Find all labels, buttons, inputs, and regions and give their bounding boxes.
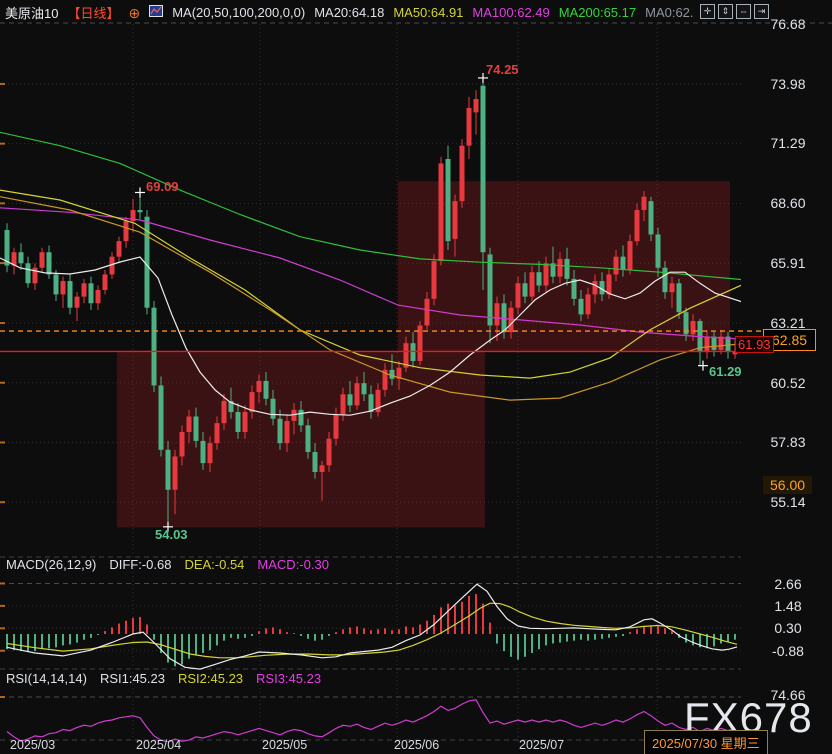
annotation-recent-low: 61.29	[709, 364, 742, 379]
macd-value: MACD:-0.30	[257, 557, 329, 572]
ma100-value: MA100:62.49	[472, 5, 549, 20]
ma50-value: MA50:64.91	[393, 5, 463, 20]
vertical-scale-icon[interactable]: ⇕	[718, 4, 733, 19]
ma-settings-label: MA(20,50,100,200,0,0)	[172, 5, 305, 20]
rsi2-value: RSI2:45.23	[178, 671, 243, 686]
price-axis-tick: 73.98	[760, 76, 816, 92]
macd-name: MACD(26,12,9)	[6, 557, 96, 572]
macd-axis-tick: 1.48	[760, 598, 816, 614]
candlestick-chart-canvas[interactable]	[0, 0, 832, 754]
horizontal-scale-icon[interactable]: ⇔	[736, 4, 751, 19]
annotation-swing-low: 54.03	[155, 527, 188, 542]
rsi3-value: RSI3:45.23	[256, 671, 321, 686]
macd-axis-tick: 0.30	[760, 620, 816, 636]
macd-indicator-row: MACD(26,12,9) DIFF:-0.68 DEA:-0.54 MACD:…	[6, 557, 329, 572]
price-axis-tick: 57.83	[760, 434, 816, 450]
trading-chart-app: 美原油10 【日线】 ⊕ MA(20,50,100,200,0,0) MA20:…	[0, 0, 832, 754]
current-price-tag: 61.93	[735, 336, 774, 353]
alert-price-tag-lower[interactable]: 56.00	[763, 476, 812, 494]
ma200-value: MA200:65.17	[559, 5, 636, 20]
current-date-badge: 2025/07/30 星期三	[644, 730, 768, 754]
price-axis-tick: 60.52	[760, 375, 816, 391]
price-axis-tick: 76.68	[760, 16, 816, 32]
macd-axis-tick: -0.88	[760, 643, 816, 659]
ma20-value: MA20:64.18	[314, 5, 384, 20]
date-axis-tick: 2025/03	[10, 738, 55, 752]
price-axis-tick: 55.14	[760, 494, 816, 510]
period-label[interactable]: 【日线】	[67, 3, 119, 22]
date-axis-tick: 2025/07	[519, 738, 564, 752]
macd-dea: DEA:-0.54	[184, 557, 244, 572]
mini-chart-icon[interactable]	[149, 5, 163, 20]
chart-toolbar: ✛ ⇕ ⇔ ⇥	[700, 4, 769, 19]
rsi-indicator-row: RSI(14,14,14) RSI1:45.23 RSI2:45.23 RSI3…	[6, 671, 321, 686]
pan-tool-icon[interactable]: ✛	[700, 4, 715, 19]
rsi1-value: RSI1:45.23	[100, 671, 165, 686]
add-indicator-icon[interactable]: ⊕	[128, 6, 140, 20]
annotation-swing-high: 69.09	[146, 179, 179, 194]
annotation-peak-high: 74.25	[486, 62, 519, 77]
date-axis-tick: 2025/04	[136, 738, 181, 752]
macd-diff: DIFF:-0.68	[109, 557, 171, 572]
chart-header: 美原油10 【日线】 ⊕ MA(20,50,100,200,0,0) MA20:…	[5, 3, 694, 22]
date-axis-tick: 2025/05	[262, 738, 307, 752]
rsi-name: RSI(14,14,14)	[6, 671, 87, 686]
price-axis-tick: 71.29	[760, 135, 816, 151]
price-axis-tick: 65.91	[760, 255, 816, 271]
macd-axis-tick: 2.66	[760, 576, 816, 592]
symbol-name: 美原油10	[5, 3, 58, 22]
ma0-value: MA0:62.	[645, 5, 693, 20]
price-axis-tick: 68.60	[760, 195, 816, 211]
date-axis-tick: 2025/06	[394, 738, 439, 752]
